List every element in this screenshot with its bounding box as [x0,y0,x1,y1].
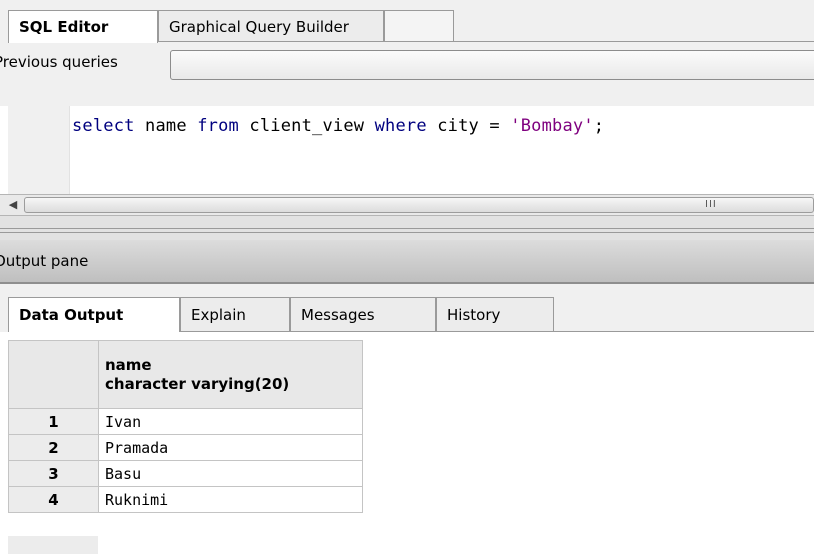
data-output-grid: name character varying(20) 1 Ivan 2 Pram… [8,340,363,513]
column-name: name [105,355,152,374]
tab-sql-editor[interactable]: SQL Editor [8,10,158,43]
cell-name[interactable]: Ruknimi [98,486,363,513]
grid-corner-cell[interactable] [8,340,99,409]
cell-name[interactable]: Basu [98,460,363,487]
tab-history[interactable]: History [436,297,554,331]
row-number[interactable]: 2 [8,434,99,461]
pane-splitter[interactable] [0,216,814,240]
sql-column: name [134,116,198,136]
sql-keyword-from: from [197,116,239,136]
splitter-line [0,232,814,233]
output-pane-title: Output pane [0,252,89,270]
table-row[interactable]: 4 Ruknimi [8,486,363,513]
scrollbar-grip: III [705,199,717,210]
editor-tab-bar: SQL Editor Graphical Query Builder [0,0,814,43]
row-number[interactable]: 1 [8,408,99,435]
sql-keyword-select: select [72,116,135,136]
grid-header-row: name character varying(20) [8,340,363,409]
table-row[interactable]: 2 Pramada [8,434,363,461]
sql-string-literal: 'Bombay' [510,116,594,136]
line-number-gutter [8,106,70,194]
scroll-left-arrow-icon[interactable]: ◀ [4,196,22,214]
sql-condition: city = [426,116,511,136]
tab-messages[interactable]: Messages [290,297,436,331]
table-row[interactable]: 1 Ivan [8,408,363,435]
output-tab-bar: Data Output Explain Messages History [0,284,814,332]
sql-table: client_view [238,116,375,136]
sql-terminator: ; [593,116,605,136]
tab-data-output[interactable]: Data Output [8,297,180,332]
splitter-line [0,228,814,229]
previous-queries-bar: Previous queries [0,42,814,106]
cell-name[interactable]: Pramada [98,434,363,461]
row-number[interactable]: 3 [8,460,99,487]
tab-graphical-query-builder[interactable]: Graphical Query Builder [158,10,384,42]
previous-queries-label: Previous queries [0,53,118,71]
cell-name[interactable]: Ivan [98,408,363,435]
column-type: character varying(20) [105,374,290,393]
row-number[interactable]: 4 [8,486,99,513]
column-header-name[interactable]: name character varying(20) [98,340,363,409]
table-row[interactable]: 3 Basu [8,460,363,487]
tab-strip-filler [384,10,454,42]
row-header-filler [8,536,98,554]
scrollbar-thumb[interactable]: III [24,197,814,213]
editor-horizontal-scrollbar[interactable]: ◀ III [0,194,814,216]
output-pane-header: Output pane [0,240,814,284]
previous-queries-dropdown[interactable] [170,50,814,80]
sql-query-text[interactable]: select name from client_view where city … [72,116,604,136]
sql-keyword-where: where [374,116,427,136]
tab-explain[interactable]: Explain [180,297,290,331]
